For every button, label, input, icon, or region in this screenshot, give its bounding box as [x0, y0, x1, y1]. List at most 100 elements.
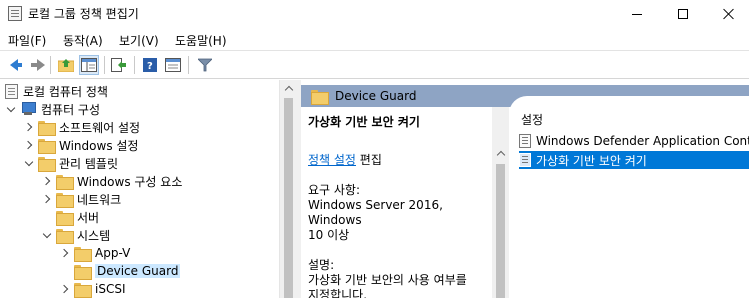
menu-bar: 파일(F) 동작(A) 보기(V) 도움말(H) [0, 28, 749, 51]
tree-item-label: 시스템 [77, 228, 111, 243]
up-folder-icon [58, 59, 74, 72]
tree-item-admin-templates[interactable]: 관리 템플릿 [23, 154, 118, 172]
tree-item-windows-settings[interactable]: Windows 설정 [23, 136, 138, 154]
forward-button[interactable] [26, 55, 46, 75]
tree-item-windows-components[interactable]: Windows 구성 요소 [41, 172, 182, 190]
computer-icon [20, 102, 36, 116]
tree-scrollbar[interactable] [279, 80, 296, 298]
show-hide-tree-icon [81, 58, 97, 72]
policy-doc-icon [5, 83, 18, 99]
tree-item-network[interactable]: 네트워크 [41, 190, 121, 208]
tree-item-iscsi[interactable]: iSCSI [59, 280, 126, 298]
properties-button[interactable] [163, 55, 183, 75]
toolbar-separator [50, 56, 51, 74]
tree-item-label: 로컬 컴퓨터 정책 [23, 84, 108, 99]
chevron-down-icon[interactable] [41, 226, 53, 244]
export-list-icon [111, 58, 126, 72]
menu-action[interactable]: 동작(A) [63, 32, 103, 49]
description-scrollbar[interactable] [492, 107, 509, 298]
folder-icon [74, 282, 92, 298]
help-button[interactable]: ? [140, 55, 160, 75]
toolbar-separator [134, 56, 135, 74]
scroll-up-button[interactable] [280, 80, 297, 97]
setting-item-vbs[interactable]: 가상화 기반 보안 켜기 [519, 151, 749, 169]
tree-item-label: Windows 설정 [59, 138, 139, 153]
tree-item-app-v[interactable]: App-V [59, 244, 130, 262]
tree-item-label: 네트워크 [77, 192, 122, 207]
svg-text:?: ? [147, 61, 153, 72]
description-line-1: 가상화 기반 보안의 사용 여부를 [308, 273, 467, 287]
tree-item-computer-config[interactable]: 컴퓨터 구성 [5, 100, 100, 118]
requirements-label: 요구 사항: [308, 183, 361, 197]
tree-item-label: 서버 [77, 210, 100, 225]
description-line-2: 지정합니다. [308, 288, 368, 298]
settings-column-header[interactable]: 설정 [521, 111, 543, 128]
chevron-right-icon[interactable] [59, 280, 71, 298]
tree-item-label: iSCSI [95, 282, 126, 296]
export-list-button[interactable] [109, 55, 129, 75]
filter-button[interactable] [195, 55, 215, 75]
folder-icon [56, 210, 74, 226]
scrollbar-thumb[interactable] [496, 164, 505, 298]
details-header-title: Device Guard [335, 89, 417, 103]
maximize-button[interactable] [660, 0, 706, 28]
filter-icon [198, 58, 212, 72]
tree-item-server[interactable]: 서버 [41, 208, 99, 226]
folder-icon [56, 228, 74, 244]
requirements-line-1: Windows Server 2016, Windows [308, 198, 443, 227]
folder-icon [38, 156, 56, 172]
tree-item-local-computer-policy[interactable]: 로컬 컴퓨터 정책 [2, 82, 108, 100]
minimize-icon [632, 13, 642, 15]
policy-setting-icon [519, 153, 531, 167]
tree-item-label: 컴퓨터 구성 [41, 102, 101, 117]
chevron-up-icon [496, 150, 505, 160]
up-folder-button[interactable] [56, 55, 76, 75]
maximize-icon [678, 9, 688, 19]
tree-item-system[interactable]: 시스템 [41, 226, 110, 244]
setting-item-label: 가상화 기반 보안 켜기 [536, 153, 647, 168]
policy-setting-icon [519, 134, 531, 148]
policy-title: 가상화 기반 보안 켜기 [308, 115, 420, 129]
help-icon: ? [143, 58, 157, 72]
menu-help[interactable]: 도움말(H) [175, 32, 227, 49]
folder-icon [56, 192, 74, 208]
menu-view[interactable]: 보기(V) [119, 32, 159, 49]
description-label: 설명: [308, 258, 335, 272]
tree-item-label: Device Guard [95, 264, 181, 278]
menu-file[interactable]: 파일(F) [8, 32, 46, 49]
scrollbar-thumb[interactable] [284, 98, 293, 298]
close-button[interactable] [706, 0, 749, 28]
properties-icon [165, 58, 181, 72]
window-title: 로컬 그룹 정책 편집기 [28, 7, 139, 21]
tree-item-software-settings[interactable]: 소프트웨어 설정 [23, 118, 140, 136]
chevron-right-icon[interactable] [41, 172, 53, 190]
setting-item-wdac[interactable]: Windows Defender Application Control [519, 132, 749, 150]
edit-policy-link[interactable]: 정책 설정 [308, 153, 356, 167]
back-button[interactable] [4, 55, 24, 75]
chevron-down-icon[interactable] [23, 154, 35, 172]
chevron-up-icon [284, 85, 293, 95]
settings-list: 설정 Windows Defender Application Control … [509, 96, 749, 298]
chevron-right-icon[interactable] [23, 136, 35, 154]
tree-pane: 로컬 컴퓨터 정책 컴퓨터 구성 소프트웨어 설정 Windows 설정 관리 … [0, 80, 279, 298]
show-hide-tree-button[interactable] [79, 55, 99, 75]
chevron-right-icon[interactable] [59, 244, 71, 262]
folder-icon [56, 174, 74, 190]
scroll-up-button[interactable] [492, 145, 509, 162]
requirements-line-2: 10 이상 [308, 228, 350, 242]
minimize-button[interactable] [614, 0, 660, 28]
forward-icon [31, 59, 45, 71]
folder-icon [74, 264, 92, 280]
chevron-right-icon[interactable] [41, 190, 53, 208]
tree-item-label: 소프트웨어 설정 [59, 120, 141, 135]
folder-icon [311, 89, 329, 105]
chevron-right-icon[interactable] [23, 118, 35, 136]
tree-item-label: Windows 구성 요소 [77, 174, 183, 189]
setting-item-label: Windows Defender Application Control [536, 134, 749, 148]
chevron-down-icon[interactable] [5, 100, 17, 118]
toolbar-separator [188, 56, 189, 74]
app-icon [8, 6, 22, 21]
toolbar-separator [104, 56, 105, 74]
tree-item-device-guard[interactable]: Device Guard [59, 262, 181, 280]
